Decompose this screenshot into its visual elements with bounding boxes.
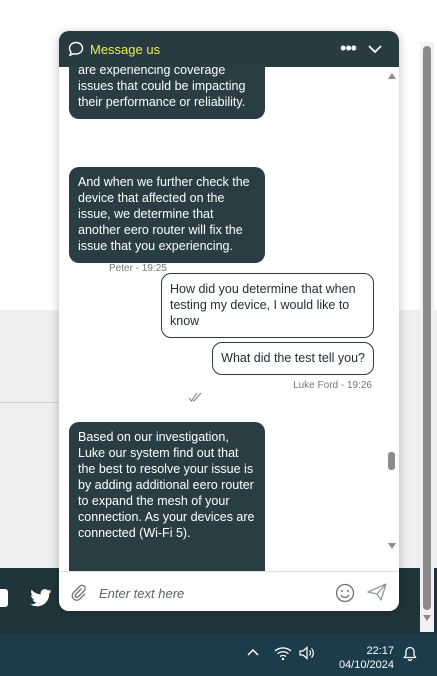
twitter-icon[interactable] <box>30 589 52 607</box>
send-icon[interactable] <box>366 582 388 602</box>
social-icon-partial[interactable] <box>0 589 8 607</box>
message-text: How did you determine that when testing … <box>170 282 356 328</box>
page-divider <box>0 402 58 403</box>
volume-icon[interactable] <box>298 645 316 661</box>
message-text: are experiencing coverage issues that co… <box>78 67 246 109</box>
emoji-icon[interactable] <box>335 583 355 603</box>
page-scrollbar[interactable] <box>420 42 434 632</box>
page-scrollbar-thumb[interactable] <box>423 46 431 610</box>
agent-message: Based on our investigation, Luke our sys… <box>69 422 265 571</box>
paperclip-icon[interactable] <box>69 583 87 601</box>
page-scroll-down-arrow[interactable] <box>423 615 431 621</box>
more-icon: ••• <box>340 38 357 58</box>
agent-message: And when we further check the device tha… <box>69 167 265 263</box>
chat-title: Message us <box>90 42 161 57</box>
notification-bell-icon[interactable] <box>402 646 418 662</box>
system-clock[interactable]: 22:17 04/10/2024 <box>326 644 394 672</box>
taskbar: 22:17 04/10/2024 <box>0 634 437 676</box>
more-options-button[interactable]: ••• <box>337 39 359 59</box>
chat-transcript[interactable]: are experiencing coverage issues that co… <box>59 67 399 571</box>
user-message-meta: Luke Ford - 19:26 <box>293 380 372 391</box>
chat-widget: Message us ••• are experiencing coverage… <box>59 31 399 611</box>
agent-message-meta: Peter - 19:25 <box>109 263 167 274</box>
clock-time: 22:17 <box>366 645 394 657</box>
chat-scrollbar-thumb[interactable] <box>388 452 395 470</box>
read-ticks-icon <box>188 392 202 402</box>
message-composer <box>59 571 399 611</box>
clock-date: 04/10/2024 <box>338 659 394 671</box>
message-text: And when we further check the device tha… <box>78 175 250 253</box>
tray-chevron-icon[interactable] <box>246 646 260 660</box>
chat-scroll-down-arrow[interactable] <box>388 543 396 549</box>
chat-bubble-icon <box>68 41 84 57</box>
chevron-down-icon[interactable] <box>367 42 383 56</box>
message-text: What did the test tell you? <box>221 351 365 365</box>
user-message: How did you determine that when testing … <box>161 273 374 338</box>
message-input[interactable] <box>97 580 331 606</box>
agent-message: are experiencing coverage issues that co… <box>69 67 265 119</box>
user-message: What did the test tell you? <box>212 342 374 375</box>
wifi-icon[interactable] <box>274 645 292 661</box>
chat-header: Message us ••• <box>59 31 399 67</box>
message-text: Based on our investigation, Luke our sys… <box>78 430 255 540</box>
chat-scroll-up-arrow[interactable] <box>388 73 396 79</box>
chat-scrollbar[interactable] <box>385 67 399 571</box>
